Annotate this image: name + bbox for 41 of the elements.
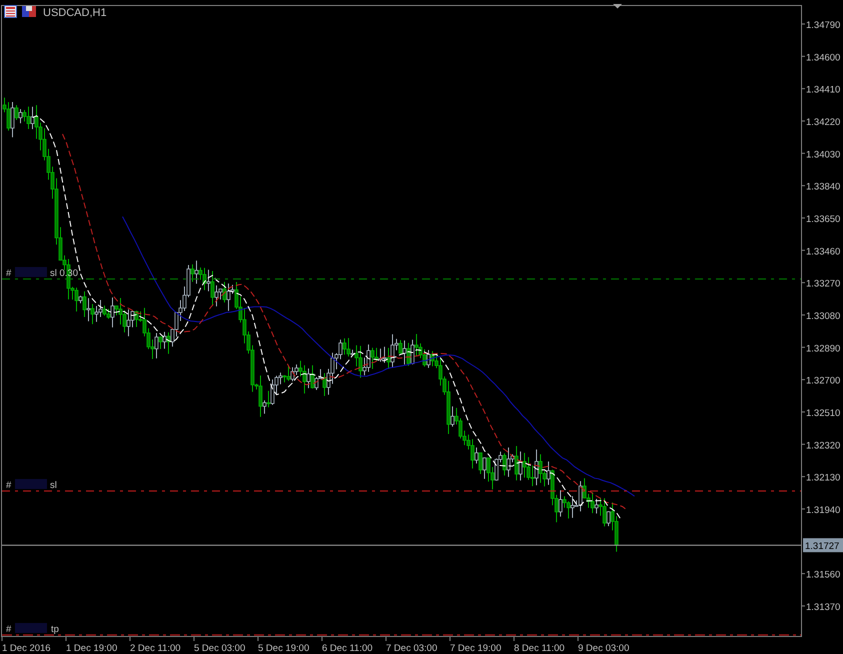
price-label: 1.32130: [806, 472, 840, 484]
price-label: 1.32510: [806, 408, 840, 419]
price-label: 1.34220: [806, 117, 840, 128]
time-label: 6 Dec 11:00: [322, 643, 373, 654]
redacted-block: [15, 479, 47, 489]
time-label: 5 Dec 03:00: [194, 643, 246, 654]
price-label: 1.32700: [806, 376, 840, 387]
price-label: 1.33650: [806, 214, 840, 225]
redacted-block: [15, 267, 47, 277]
price-label: 1.33840: [806, 182, 840, 193]
time-label: 7 Dec 19:00: [450, 643, 502, 654]
floppy-disk-icon[interactable]: [22, 6, 36, 17]
price-label: 1.33460: [806, 246, 840, 258]
redacted-block: [15, 623, 47, 633]
level-label: sl: [50, 480, 57, 491]
time-label: 1 Dec 19:00: [66, 643, 118, 654]
level-label: tp: [51, 624, 59, 635]
current-price-badge: 1.31727: [803, 538, 843, 552]
time-label: 7 Dec 03:00: [386, 643, 438, 654]
time-label: 1 Dec 2016: [2, 643, 51, 654]
level-prefix: #: [6, 480, 12, 491]
chart-title: USDCAD,H1: [43, 7, 107, 19]
time-label: 5 Dec 19:00: [258, 643, 310, 654]
price-label: 1.31560: [806, 570, 840, 581]
table-icon[interactable]: [4, 5, 17, 18]
time-label: 8 Dec 11:00: [514, 643, 565, 654]
price-label: 1.33080: [806, 310, 840, 322]
price-label: 1.34600: [806, 52, 840, 64]
price-label: 1.34790: [806, 20, 840, 31]
price-label: 1.34030: [806, 149, 840, 160]
shift-marker-icon[interactable]: [613, 4, 622, 8]
level-prefix: #: [6, 268, 12, 279]
price-label: 1.31370: [806, 602, 840, 613]
price-label: 1.34410: [806, 84, 840, 96]
price-label: 1.32890: [806, 343, 840, 354]
price-label: 1.33270: [806, 278, 840, 290]
price-label: 1.31940: [806, 504, 840, 516]
level-prefix: #: [6, 624, 12, 635]
time-label: 2 Dec 11:00: [130, 643, 181, 654]
time-label: 9 Dec 03:00: [578, 643, 630, 654]
price-label: 1.32320: [806, 440, 840, 452]
